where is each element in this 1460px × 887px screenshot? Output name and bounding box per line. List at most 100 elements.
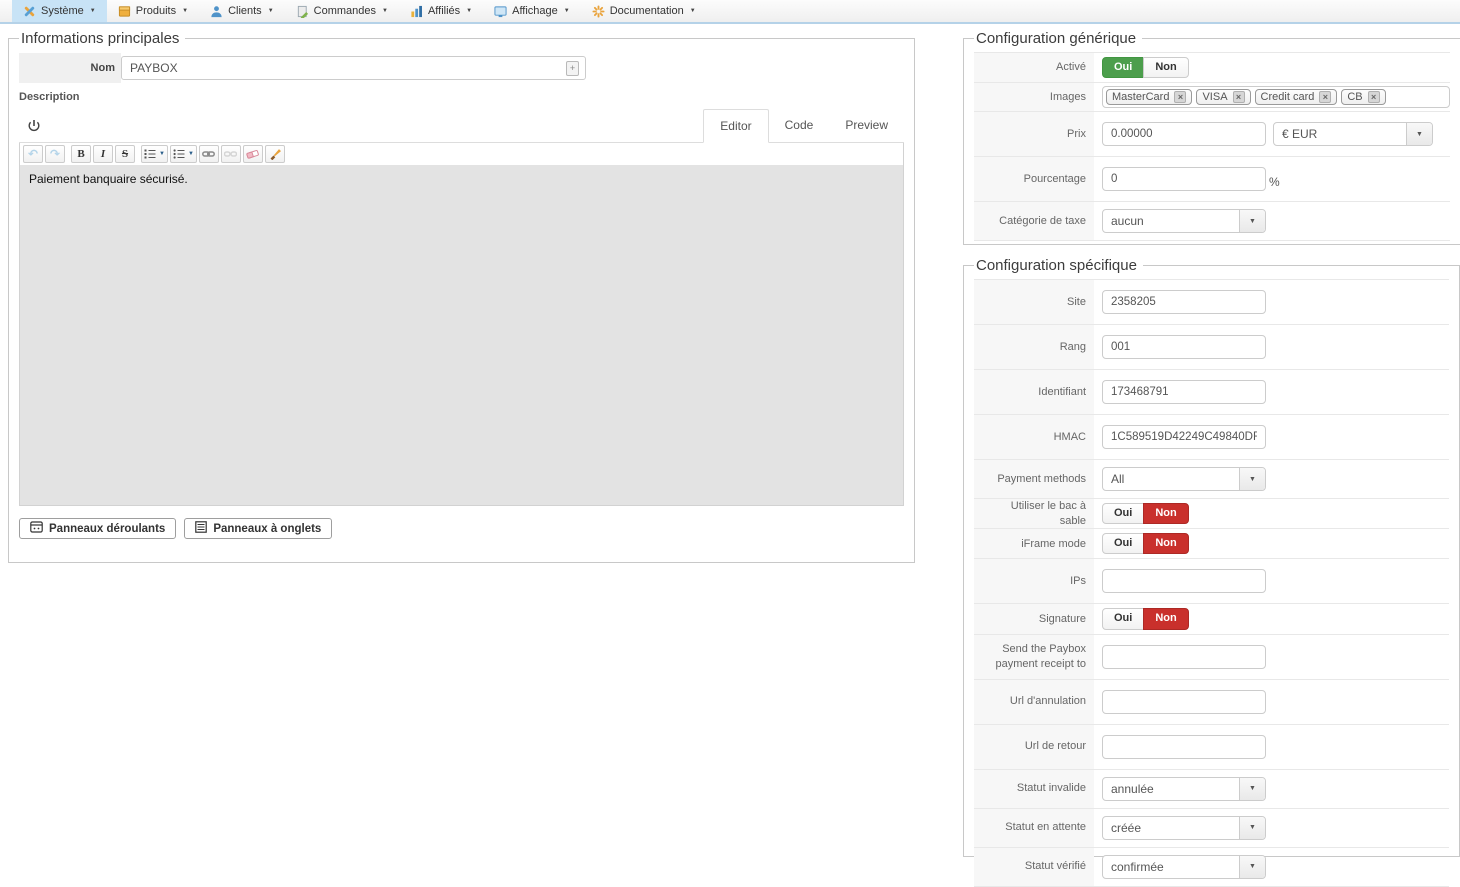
active-oui-button[interactable]: Oui [1102,57,1145,79]
nom-input[interactable] [121,56,586,80]
description-editor: Editor Code Preview ↶ ↷ B I S ▼ ▼ Paiement banqu… [19,105,904,506]
menu-item-systeme[interactable]: Système ▼ [12,0,107,22]
chevron-down-icon: ▼ [1249,824,1256,832]
send-the-paybox-payment-receipt-to-input[interactable] [1102,644,1266,669]
statut-invalide-select[interactable]: annulée ▼ [1102,776,1266,801]
select-caret-button[interactable]: ▼ [1239,468,1265,490]
tag-label: CB [1347,91,1363,104]
chevron-down-icon: ▼ [382,8,388,14]
editor-frame: ↶ ↷ B I S ▼ ▼ Paiement banquaire sécurisé. [19,143,904,506]
display-icon [494,5,507,18]
tab-preview[interactable]: Preview [829,109,904,142]
signature-non-button[interactable]: Non [1143,608,1189,630]
ips-input[interactable] [1102,569,1266,594]
panneaux-deroulants-button[interactable]: Panneaux déroulants [19,518,177,539]
config-row-signature: Signature Oui Non [974,604,1449,635]
select-caret-button[interactable]: ▼ [1406,123,1432,146]
tag-remove-visa[interactable]: × [1232,91,1245,104]
link-icon[interactable] [198,145,219,163]
unlink-icon[interactable] [220,145,241,163]
tab-code[interactable]: Code [769,109,830,142]
tag-remove-mastercard[interactable]: × [1174,91,1187,104]
configuration-generique-rows: Activé Oui Non Images MasterCard × VISA × Credit… [974,52,1450,242]
eraser-icon[interactable] [242,145,263,163]
select-value: confirmée [1111,859,1164,874]
menu-item-affilies[interactable]: Affiliés ▼ [399,0,483,22]
chevron-down-icon: ▼ [1249,785,1256,793]
select-caret-button[interactable]: ▼ [1239,777,1265,800]
payment-methods-select[interactable]: All ▼ [1102,467,1266,491]
redo-icon[interactable]: ↷ [45,145,65,163]
unordered-list-icon[interactable]: ▼ [169,145,197,163]
bold-icon[interactable]: B [71,145,91,163]
url-d-annulation-input[interactable] [1102,689,1266,714]
utiliser-le-bac-a-sable-label: Utiliser le bac à sable [974,499,1094,529]
prix-currency-select[interactable]: € EUR ▼ [1273,122,1433,147]
menu-item-commandes[interactable]: Commandes ▼ [285,0,399,22]
url-d-annulation-label: Url d'annulation [974,679,1094,724]
tag-label: Credit card [1260,91,1315,104]
url-de-retour-input[interactable] [1102,734,1266,759]
menu-item-clients[interactable]: Clients ▼ [199,0,285,22]
affiliates-icon [410,5,423,18]
statut-en-attente-select[interactable]: créée ▼ [1102,815,1266,840]
rang-input[interactable] [1102,335,1266,359]
chevron-down-icon: ▼ [466,8,473,14]
prix-input[interactable] [1102,122,1266,147]
menu-item-documentation[interactable]: Documentation ▼ [581,0,707,22]
select-caret-button[interactable]: ▼ [1239,855,1265,878]
clean-icon[interactable] [264,145,285,163]
select-caret-button[interactable]: ▼ [1239,210,1265,233]
informations-principales-legend: Informations principales [21,30,180,47]
categorie-de-taxe-select[interactable]: aucun ▼ [1102,209,1266,234]
configuration-specifique-legend: Configuration spécifique [976,257,1137,274]
utiliser-le-bac-a-sable-oui-button[interactable]: Oui [1102,503,1145,525]
config-row-hmac: HMAC [974,415,1449,460]
iframe-mode-toggle: Oui Non [1102,533,1189,555]
menu-item-produits[interactable]: Produits ▼ [107,0,199,22]
config-row-ips: IPs [974,559,1449,605]
editor-header: Editor Code Preview [19,105,904,143]
undo-icon[interactable]: ↶ [23,145,43,163]
ordered-list-icon[interactable]: ▼ [141,145,168,163]
utiliser-le-bac-a-sable-non-button[interactable]: Non [1143,503,1189,525]
panneaux-a-onglets-button[interactable]: Panneaux à onglets [184,518,333,539]
power-icon[interactable] [27,119,41,133]
select-value: aucun [1111,214,1144,229]
send-the-paybox-payment-receipt-to-label: Send the Paybox payment receipt to [974,634,1094,679]
config-row-send-the-paybox-payment-receipt-to: Send the Paybox payment receipt to [974,634,1449,680]
tag-remove-credit-card[interactable]: × [1319,91,1332,104]
input-addon-icon[interactable]: + [566,61,579,76]
active-non-button[interactable]: Non [1143,57,1189,79]
chevron-down-icon: ▼ [689,8,696,14]
iframe-mode-non-button[interactable]: Non [1143,533,1189,555]
configuration-generique-legend: Configuration générique [976,30,1137,47]
chevron-down-icon: ▼ [563,8,570,14]
signature-oui-button[interactable]: Oui [1102,608,1145,630]
italic-icon[interactable]: I [93,145,113,163]
tag-label: MasterCard [1112,91,1170,104]
config-row-utiliser-le-bac-a-sable: Utiliser le bac à sable Oui Non [974,499,1449,530]
hmac-input[interactable] [1102,425,1266,449]
menu-item-label: Commandes [313,5,376,17]
chevron-down-icon: ▼ [267,8,274,14]
select-value: créée [1111,820,1142,835]
tag-visa: VISA × [1196,89,1251,106]
menu-item-affichage[interactable]: Affichage ▼ [483,0,581,22]
tag-remove-cb[interactable]: × [1367,91,1380,104]
iframe-mode-oui-button[interactable]: Oui [1102,533,1145,555]
site-input[interactable] [1102,290,1266,314]
select-caret-button[interactable]: ▼ [1239,816,1265,839]
identifiant-input[interactable] [1102,380,1266,404]
categorie-de-taxe-label: Catégorie de taxe [974,202,1094,241]
pourcentage-input[interactable] [1102,167,1266,192]
images-tags-input[interactable]: MasterCard × VISA × Credit card × CB × [1102,86,1450,109]
nom-row: Nom + [19,53,904,83]
site-label: Site [974,280,1094,324]
strikethrough-icon[interactable]: S [115,145,135,163]
statut-verifie-select[interactable]: confirmée ▼ [1102,854,1266,879]
config-row-statut-en-attente: Statut en attente créée ▼ [974,808,1449,848]
description-editor-content[interactable]: Paiement banquaire sécurisé. [20,165,903,505]
main-menubar: Système ▼ Produits ▼ Clients ▼ Commandes ▼ Affil… [0,0,1460,24]
tab-editor[interactable]: Editor [703,109,769,143]
